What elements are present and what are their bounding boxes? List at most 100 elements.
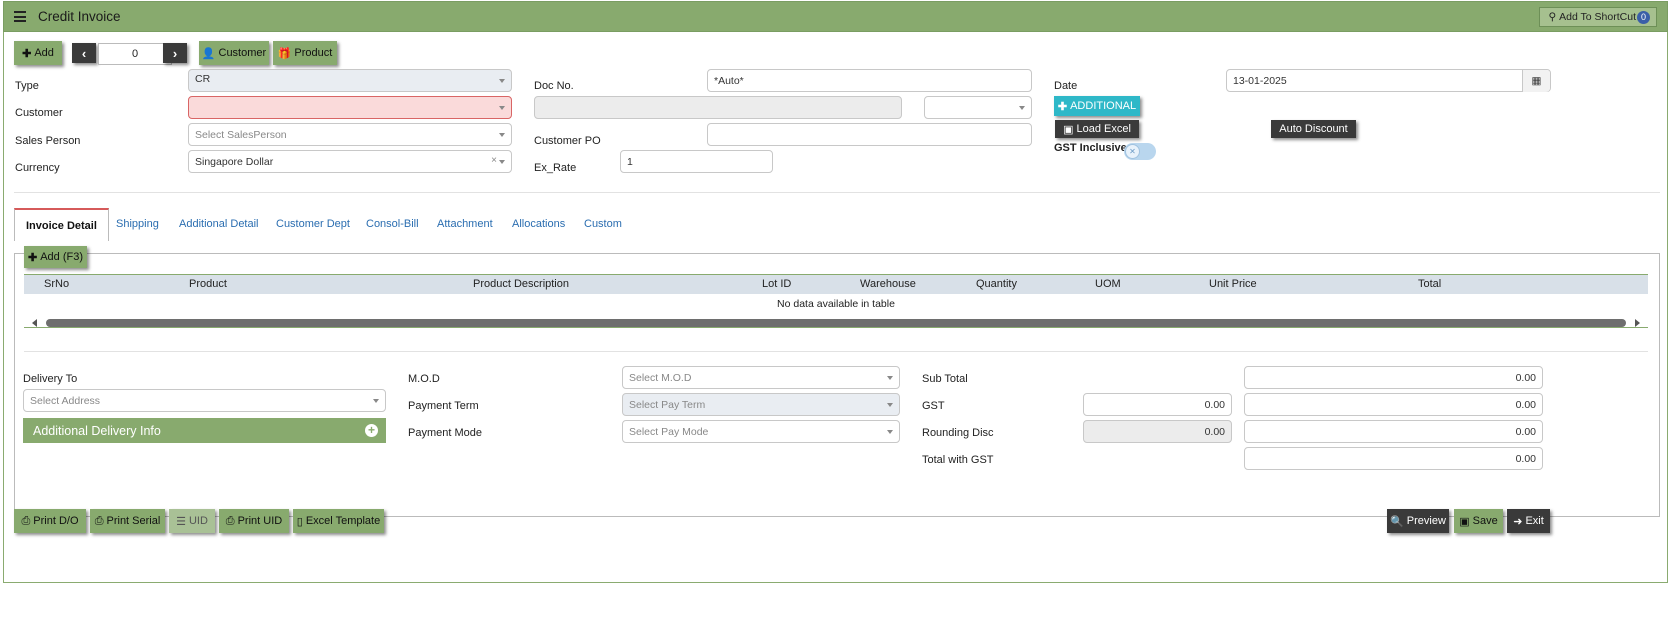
tab-customer-dept[interactable]: Customer Dept — [276, 208, 350, 240]
caret-down-icon — [887, 430, 893, 434]
col-unit-price[interactable]: Unit Price — [1209, 278, 1257, 290]
excel-template-button[interactable]: ▯ Excel Template — [293, 509, 384, 533]
scroll-left-icon[interactable] — [32, 319, 37, 327]
search-icon: 🔍 — [1390, 515, 1404, 528]
gst-rate-input[interactable]: 0.00 — [1083, 393, 1232, 416]
rounding-rate-field: 0.00 — [1083, 420, 1232, 443]
col-srno[interactable]: SrNo — [44, 278, 69, 290]
load-excel-button[interactable]: ▣ Load Excel — [1055, 120, 1139, 138]
exit-button[interactable]: ➜ Exit — [1507, 509, 1550, 533]
col-product[interactable]: Product — [189, 278, 227, 290]
gst-inclusive-toggle[interactable]: ✕ — [1124, 143, 1156, 160]
empty-table-message: No data available in table — [777, 298, 895, 310]
record-number-input[interactable]: 0 — [98, 43, 172, 65]
prev-record-button[interactable]: ‹ — [72, 43, 96, 63]
chevron-left-icon: ‹ — [81, 45, 87, 61]
tab-consol-bill[interactable]: Consol-Bill — [366, 208, 419, 240]
tab-invoice-detail[interactable]: Invoice Detail — [14, 208, 109, 241]
print-uid-label: Print UID — [237, 515, 283, 527]
delivery-address-placeholder: Select Address — [30, 394, 101, 407]
date-input[interactable]: 13-01-2025 ▦ — [1226, 69, 1551, 92]
payment-mode-select[interactable]: Select Pay Mode — [622, 420, 900, 443]
customer-extra-select[interactable] — [924, 96, 1032, 119]
floppy-icon: ▣ — [1459, 515, 1470, 528]
plus-icon: ✚ — [1057, 100, 1068, 113]
add-to-shortcut-button[interactable]: ⚲ Add To ShortCut 0 — [1539, 7, 1657, 27]
product-button[interactable]: 🎁 Product — [273, 41, 337, 65]
mod-select[interactable]: Select M.O.D — [622, 366, 900, 389]
salesperson-select[interactable]: Select SalesPerson — [188, 123, 512, 146]
additional-button[interactable]: ✚ ADDITIONAL — [1054, 96, 1140, 116]
horizontal-scrollbar[interactable] — [24, 317, 1648, 327]
excel-template-label: Excel Template — [305, 515, 381, 527]
next-record-button[interactable]: › — [163, 43, 187, 63]
auto-discount-button[interactable]: Auto Discount — [1271, 120, 1356, 138]
print-do-button[interactable]: ⎙ Print D/O — [14, 509, 86, 533]
file-excel-icon: ▣ — [1063, 123, 1074, 136]
tab-attachment[interactable]: Attachment — [437, 208, 493, 240]
shortcut-label: Add To ShortCut — [1559, 11, 1636, 23]
sign-out-icon: ➜ — [1513, 515, 1523, 528]
caret-down-icon — [499, 160, 505, 164]
mod-label: M.O.D — [408, 373, 440, 385]
add-line-label: Add (F3) — [40, 251, 83, 263]
delivery-address-select[interactable]: Select Address — [23, 389, 386, 412]
col-total[interactable]: Total — [1418, 278, 1441, 290]
caret-down-icon — [499, 106, 505, 110]
currency-select[interactable]: Singapore Dollar × — [188, 150, 512, 173]
customer-po-input[interactable] — [707, 123, 1032, 146]
gst-amount-field: 0.00 — [1244, 393, 1543, 416]
calendar-icon[interactable]: ▦ — [1522, 70, 1550, 92]
tab-shipping[interactable]: Shipping — [116, 208, 159, 240]
clear-icon[interactable]: × — [491, 155, 497, 166]
preview-button[interactable]: 🔍 Preview — [1387, 509, 1449, 533]
customer-button[interactable]: 👤 Customer — [199, 41, 269, 65]
type-select[interactable]: CR — [188, 69, 512, 92]
hamburger-menu-icon[interactable] — [14, 11, 26, 22]
exrate-input[interactable]: 1 — [620, 150, 773, 173]
tab-custom[interactable]: Custom — [584, 208, 622, 240]
print-serial-button[interactable]: ⎙ Print Serial — [90, 509, 165, 533]
docno-input[interactable]: *Auto* — [707, 69, 1032, 92]
scroll-right-icon[interactable] — [1635, 319, 1640, 327]
save-button[interactable]: ▣ Save — [1454, 509, 1503, 533]
scrollbar-thumb[interactable] — [46, 319, 1626, 327]
col-product-description[interactable]: Product Description — [473, 278, 569, 290]
subtotal-label: Sub Total — [922, 373, 968, 385]
add-line-button[interactable]: ✚ Add (F3) — [24, 246, 87, 268]
plus-circle-icon: + — [365, 424, 378, 437]
col-lot-id[interactable]: Lot ID — [762, 278, 791, 290]
table-header: SrNo Product Product Description Lot ID … — [24, 275, 1648, 294]
type-value: CR — [195, 73, 211, 85]
add-button[interactable]: ✚ Add — [14, 41, 62, 65]
page-title: Credit Invoice — [38, 9, 121, 24]
date-value: 13-01-2025 — [1233, 74, 1287, 87]
save-label: Save — [1472, 515, 1498, 527]
exrate-label: Ex_Rate — [534, 162, 577, 174]
tab-allocations[interactable]: Allocations — [512, 208, 565, 240]
caret-down-icon — [373, 399, 379, 403]
auto-discount-label: Auto Discount — [1279, 123, 1348, 135]
add-label: Add — [34, 47, 54, 59]
payment-term-placeholder: Select Pay Term — [629, 398, 706, 411]
caret-down-icon — [887, 403, 893, 407]
additional-delivery-info-label: Additional Delivery Info — [33, 423, 161, 438]
plus-icon: ✚ — [27, 251, 38, 264]
additional-delivery-info-toggle[interactable]: Additional Delivery Info + — [23, 418, 386, 443]
delivery-to-label: Delivery To — [23, 373, 78, 385]
uid-button[interactable]: ☰ UID — [169, 509, 215, 533]
title-bar: Credit Invoice ⚲ Add To ShortCut 0 — [3, 1, 1668, 32]
payment-term-select[interactable]: Select Pay Term — [622, 393, 900, 416]
docno-label: Doc No. — [534, 80, 574, 92]
print-uid-button[interactable]: ⎙ Print UID — [219, 509, 289, 533]
customer-select[interactable] — [188, 96, 512, 119]
col-uom[interactable]: UOM — [1095, 278, 1121, 290]
section-divider — [14, 192, 1660, 193]
tab-additional-detail[interactable]: Additional Detail — [179, 208, 259, 240]
total-with-gst-field: 0.00 — [1244, 447, 1543, 470]
gst-inclusive-label: GST Inclusive — [1054, 142, 1127, 154]
product-button-label: Product — [294, 47, 333, 59]
customer-po-label: Customer PO — [534, 135, 601, 147]
col-quantity[interactable]: Quantity — [976, 278, 1017, 290]
col-warehouse[interactable]: Warehouse — [860, 278, 916, 290]
